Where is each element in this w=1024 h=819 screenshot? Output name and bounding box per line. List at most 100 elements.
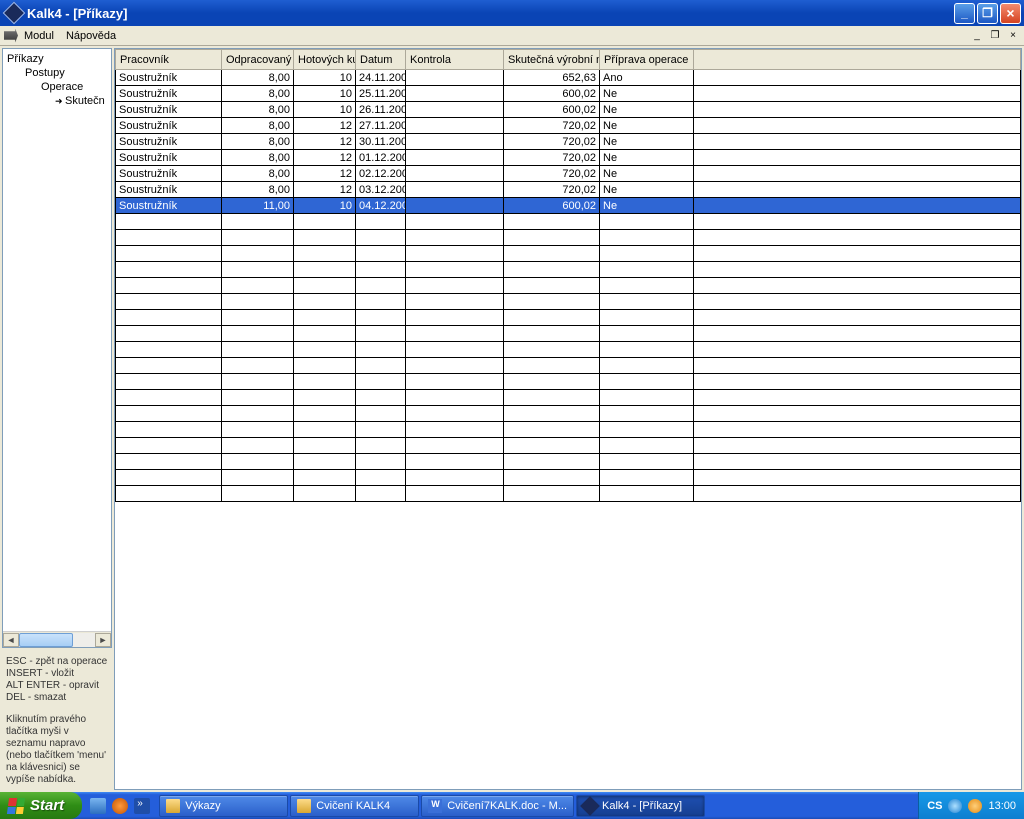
cell-empty[interactable] <box>600 230 694 246</box>
table-row[interactable]: Soustružník8,001227.11.2009720,02Ne <box>116 118 1021 134</box>
cell-empty[interactable] <box>406 422 504 438</box>
cell-empty[interactable] <box>356 422 406 438</box>
cell-empty[interactable] <box>600 454 694 470</box>
cell-empty[interactable] <box>294 422 356 438</box>
cell-empty[interactable] <box>600 358 694 374</box>
cell-empty[interactable] <box>222 214 294 230</box>
cell-empty[interactable] <box>116 246 222 262</box>
cell-empty[interactable] <box>294 326 356 342</box>
cell-datum[interactable]: 01.12.2009 <box>356 150 406 166</box>
cell-empty[interactable] <box>356 358 406 374</box>
cell-empty[interactable] <box>504 374 600 390</box>
cell-priprava[interactable]: Ne <box>600 150 694 166</box>
cell-empty[interactable] <box>116 470 222 486</box>
tree-node[interactable]: Skutečn <box>3 94 111 108</box>
cell-empty[interactable] <box>294 374 356 390</box>
table-row[interactable]: Soustružník8,001201.12.2009720,02Ne <box>116 150 1021 166</box>
cell-empty[interactable] <box>694 422 1021 438</box>
cell-extra[interactable] <box>694 118 1021 134</box>
mdi-close[interactable]: × <box>1006 30 1020 41</box>
cell-empty[interactable] <box>294 390 356 406</box>
cell-empty[interactable] <box>356 246 406 262</box>
tray-icon[interactable] <box>948 799 962 813</box>
cell-kusu[interactable]: 10 <box>294 102 356 118</box>
cell-empty[interactable] <box>694 262 1021 278</box>
cell-empty[interactable] <box>406 486 504 502</box>
cell-empty[interactable] <box>504 294 600 310</box>
cell-empty[interactable] <box>222 438 294 454</box>
cell-empty[interactable] <box>294 486 356 502</box>
cell-kusu[interactable]: 12 <box>294 118 356 134</box>
cell-empty[interactable] <box>222 358 294 374</box>
cell-empty[interactable] <box>504 438 600 454</box>
cell-mzda[interactable]: 600,02 <box>504 198 600 214</box>
cell-datum[interactable]: 03.12.2009 <box>356 182 406 198</box>
cell-empty[interactable] <box>356 406 406 422</box>
cell-empty[interactable] <box>406 262 504 278</box>
cell-cas[interactable]: 8,00 <box>222 102 294 118</box>
cell-empty[interactable] <box>222 486 294 502</box>
cell-empty[interactable] <box>504 214 600 230</box>
col-extra[interactable] <box>694 50 1021 70</box>
cell-empty[interactable] <box>694 406 1021 422</box>
cell-empty[interactable] <box>294 230 356 246</box>
table-row-empty[interactable] <box>116 326 1021 342</box>
table-row-empty[interactable] <box>116 438 1021 454</box>
maximize-button[interactable]: ❐ <box>977 3 998 24</box>
cell-empty[interactable] <box>222 262 294 278</box>
cell-empty[interactable] <box>116 310 222 326</box>
taskbar-button[interactable]: Cvičení7KALK.doc - M... <box>421 795 574 817</box>
cell-empty[interactable] <box>116 438 222 454</box>
cell-cas[interactable]: 8,00 <box>222 118 294 134</box>
table-row-empty[interactable] <box>116 246 1021 262</box>
cell-empty[interactable] <box>694 342 1021 358</box>
taskbar-button[interactable]: Cvičení KALK4 <box>290 795 419 817</box>
cell-empty[interactable] <box>600 326 694 342</box>
col-mzda[interactable]: Skutečná výrobní mzda <box>504 50 600 70</box>
cell-empty[interactable] <box>294 246 356 262</box>
cell-priprava[interactable]: Ne <box>600 86 694 102</box>
cell-empty[interactable] <box>694 454 1021 470</box>
cell-priprava[interactable]: Ano <box>600 70 694 86</box>
cell-cas[interactable]: 8,00 <box>222 150 294 166</box>
cell-kontrola[interactable] <box>406 134 504 150</box>
cell-empty[interactable] <box>116 422 222 438</box>
cell-empty[interactable] <box>356 486 406 502</box>
cell-empty[interactable] <box>406 438 504 454</box>
cell-empty[interactable] <box>694 390 1021 406</box>
cell-pracovnik[interactable]: Soustružník <box>116 150 222 166</box>
cell-mzda[interactable]: 652,63 <box>504 70 600 86</box>
cell-datum[interactable]: 24.11.2009 <box>356 70 406 86</box>
cell-empty[interactable] <box>504 406 600 422</box>
cell-kusu[interactable]: 12 <box>294 166 356 182</box>
cell-extra[interactable] <box>694 86 1021 102</box>
cell-empty[interactable] <box>406 390 504 406</box>
cell-empty[interactable] <box>406 310 504 326</box>
scroll-track[interactable] <box>19 633 95 647</box>
cell-empty[interactable] <box>294 438 356 454</box>
cell-empty[interactable] <box>504 230 600 246</box>
cell-empty[interactable] <box>222 278 294 294</box>
show-desktop-icon[interactable] <box>90 798 106 814</box>
cell-empty[interactable] <box>294 278 356 294</box>
table-row[interactable]: Soustružník8,001026.11.2009600,02Ne <box>116 102 1021 118</box>
cell-datum[interactable]: 04.12.2009 <box>356 198 406 214</box>
grid-header-row[interactable]: Pracovník Odpracovaný čas Hotových kusů … <box>116 50 1021 70</box>
cell-empty[interactable] <box>116 486 222 502</box>
col-kontrola[interactable]: Kontrola <box>406 50 504 70</box>
menu-modul[interactable]: Modul <box>24 30 54 42</box>
cell-empty[interactable] <box>694 278 1021 294</box>
taskbar-button[interactable]: Kalk4 - [Příkazy] <box>576 795 705 817</box>
cell-empty[interactable] <box>600 470 694 486</box>
cell-cas[interactable]: 8,00 <box>222 182 294 198</box>
cell-empty[interactable] <box>600 486 694 502</box>
table-row[interactable]: Soustružník8,001230.11.2009720,02Ne <box>116 134 1021 150</box>
scroll-thumb[interactable] <box>19 633 73 647</box>
cell-empty[interactable] <box>294 294 356 310</box>
cell-mzda[interactable]: 720,02 <box>504 134 600 150</box>
tree-node[interactable]: Příkazy <box>3 52 111 66</box>
cell-empty[interactable] <box>356 342 406 358</box>
table-row-empty[interactable] <box>116 262 1021 278</box>
cell-empty[interactable] <box>116 230 222 246</box>
cell-empty[interactable] <box>222 406 294 422</box>
